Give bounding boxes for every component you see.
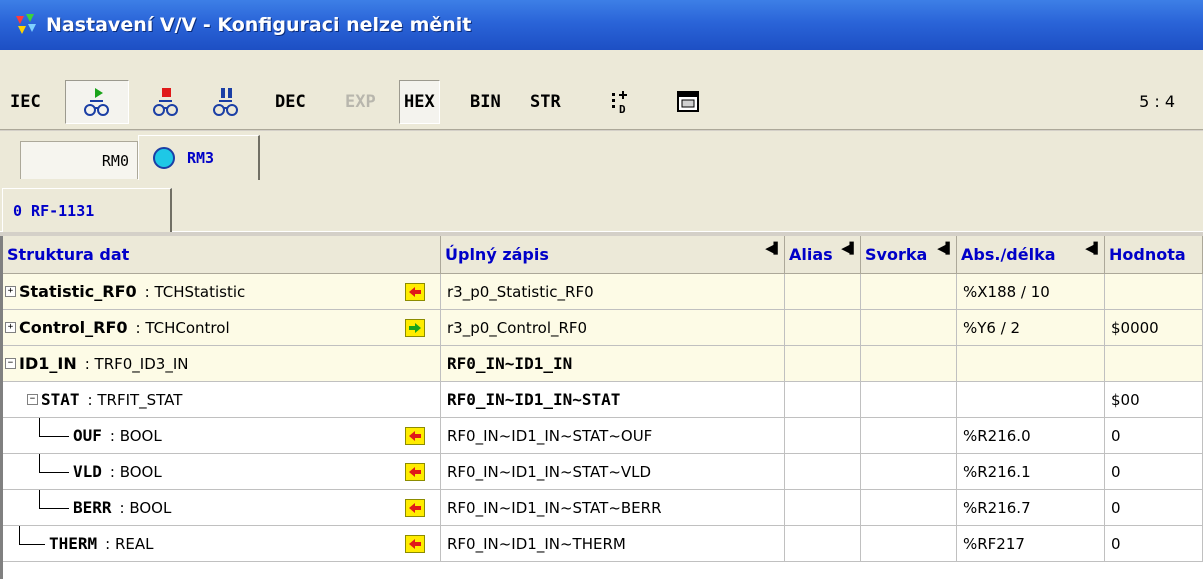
column-grip-icon[interactable]: ◀▌ (1085, 242, 1102, 255)
insert-id-icon: D (612, 91, 627, 115)
glasses-play-icon (84, 88, 109, 116)
expand-icon[interactable]: + (5, 286, 16, 297)
rm3-status-icon (153, 147, 175, 169)
table-row[interactable]: OUF: BOOL RF0_IN~ID1_IN~STAT~OUF %R216.0… (3, 418, 1203, 454)
stop-glasses-button[interactable] (150, 80, 182, 124)
collapse-icon[interactable]: − (27, 394, 38, 405)
input-arrow-icon (405, 427, 425, 445)
table-row[interactable]: + Control_RF0: TCHControl r3_p0_Control_… (3, 310, 1203, 346)
title-bar: Nastavení V/V - Konfiguraci nelze měnit (0, 0, 1203, 50)
table-row[interactable]: VLD: BOOL RF0_IN~ID1_IN~STAT~VLD %R216.1… (3, 454, 1203, 490)
svg-text:D: D (619, 103, 626, 115)
position-indicator: 5 : 4 (1139, 92, 1175, 111)
column-grip-icon[interactable]: ◀▌ (765, 242, 782, 255)
tab-rm3[interactable]: RM3 (138, 135, 260, 180)
input-arrow-icon (405, 499, 425, 517)
dec-button[interactable]: DEC (275, 80, 306, 124)
iec-button[interactable]: IEC (10, 80, 41, 124)
col-header-zapis[interactable]: Úplný zápis ◀▌ (441, 236, 785, 274)
device-tab-strip: 0 RF-1131 (0, 180, 1203, 232)
window-title: Nastavení V/V - Konfiguraci nelze měnit (46, 14, 472, 36)
glasses-pause-icon (213, 88, 238, 116)
app-logo-icon (12, 12, 40, 38)
bin-button[interactable]: BIN (470, 80, 501, 124)
collapse-icon[interactable]: − (5, 358, 16, 369)
col-header-hodnota[interactable]: Hodnota (1105, 236, 1203, 274)
tab-rf-1131[interactable]: 0 RF-1131 (2, 188, 172, 232)
input-arrow-icon (405, 283, 425, 301)
column-grip-icon[interactable]: ◀▌ (841, 242, 858, 255)
play-glasses-button[interactable] (65, 80, 129, 124)
insert-id-button[interactable]: D (610, 80, 632, 124)
tab-rm0[interactable]: RM0 (20, 141, 138, 179)
col-header-svorka[interactable]: Svorka ◀▌ (861, 236, 957, 274)
str-button[interactable]: STR (530, 80, 561, 124)
toolbar: IEC DEC EXP HEX BIN STR D 5: 4 (0, 50, 1203, 130)
column-grip-icon[interactable]: ◀▌ (937, 242, 954, 255)
tab-rm3-label: RM3 (187, 149, 215, 167)
glasses-stop-icon (153, 88, 178, 116)
col-header-alias[interactable]: Alias ◀▌ (785, 236, 861, 274)
output-arrow-icon (405, 319, 425, 337)
table-row[interactable]: BERR: BOOL RF0_IN~ID1_IN~STAT~BERR %R216… (3, 490, 1203, 526)
table-row[interactable]: − ID1_IN: TRF0_ID3_IN RF0_IN~ID1_IN (3, 346, 1203, 382)
table-row[interactable]: + Statistic_RF0: TCHStatistic r3_p0_Stat… (3, 274, 1203, 310)
table-row[interactable]: − STAT: TRFIT_STAT RF0_IN~ID1_IN~STAT $0… (3, 382, 1203, 418)
tab-rm0-label: RM0 (101, 151, 129, 170)
expand-icon[interactable]: + (5, 322, 16, 333)
exp-button[interactable]: EXP (345, 80, 376, 124)
module-tab-strip: RM0 RM3 (0, 131, 1203, 180)
hex-button[interactable]: HEX (399, 80, 440, 124)
col-header-struktura[interactable]: Struktura dat (3, 236, 441, 274)
window-button[interactable] (676, 80, 700, 124)
window-icon (677, 91, 699, 112)
input-arrow-icon (405, 463, 425, 481)
table-row[interactable]: THERM: REAL RF0_IN~ID1_IN~THERM %RF217 0 (3, 526, 1203, 562)
pause-glasses-button[interactable] (210, 80, 242, 124)
data-grid: Struktura dat Úplný zápis ◀▌ Alias ◀▌ Svor… (0, 236, 1203, 579)
input-arrow-icon (405, 535, 425, 553)
col-header-abs[interactable]: Abs./délka ◀▌ (957, 236, 1105, 274)
tab-rf-1131-label: 0 RF-1131 (13, 201, 95, 220)
